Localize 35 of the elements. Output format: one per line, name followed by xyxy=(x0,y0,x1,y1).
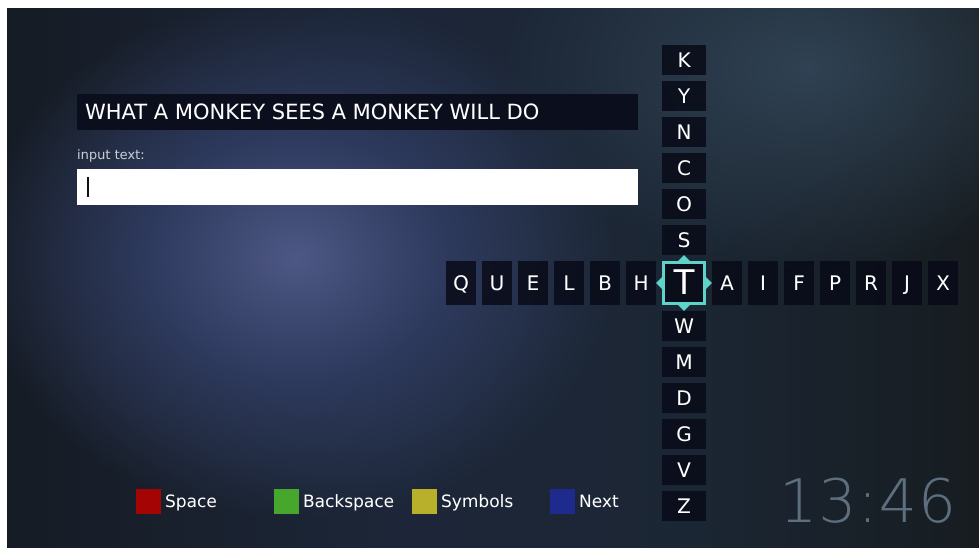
key[interactable]: L xyxy=(554,261,584,305)
key[interactable]: W xyxy=(662,311,706,341)
key[interactable]: H xyxy=(626,261,656,305)
key[interactable]: E xyxy=(518,261,548,305)
key[interactable]: B xyxy=(590,261,620,305)
clock: 13:46 xyxy=(779,472,957,532)
key[interactable]: I xyxy=(748,261,778,305)
key[interactable]: O xyxy=(662,189,706,219)
key[interactable]: Q xyxy=(446,261,476,305)
key[interactable]: R xyxy=(856,261,886,305)
key[interactable]: S xyxy=(662,225,706,255)
key[interactable]: N xyxy=(662,117,706,147)
key[interactable]: K xyxy=(662,45,706,75)
key[interactable]: G xyxy=(662,419,706,449)
input-field[interactable] xyxy=(77,169,638,205)
legend-label: Space xyxy=(165,492,217,512)
key[interactable]: X xyxy=(928,261,958,305)
key[interactable]: Y xyxy=(662,81,706,111)
key[interactable]: J xyxy=(892,261,922,305)
legend-label: Next xyxy=(579,492,619,512)
key[interactable]: D xyxy=(662,383,706,413)
key[interactable]: M xyxy=(662,347,706,377)
key[interactable]: Z xyxy=(662,491,706,521)
key[interactable]: A xyxy=(712,261,742,305)
selected-key[interactable]: T xyxy=(662,261,706,305)
key[interactable]: V xyxy=(662,455,706,485)
prompt-text: WHAT A MONKEY SEES A MONKEY WILL DO xyxy=(77,94,638,130)
legend-label: Symbols xyxy=(441,492,514,512)
key[interactable]: U xyxy=(482,261,512,305)
key[interactable]: F xyxy=(784,261,814,305)
legend-label: Backspace xyxy=(303,492,394,512)
key[interactable]: C xyxy=(662,153,706,183)
key[interactable]: P xyxy=(820,261,850,305)
direction-arrows-icon xyxy=(656,255,712,311)
input-label: input text: xyxy=(77,148,146,163)
